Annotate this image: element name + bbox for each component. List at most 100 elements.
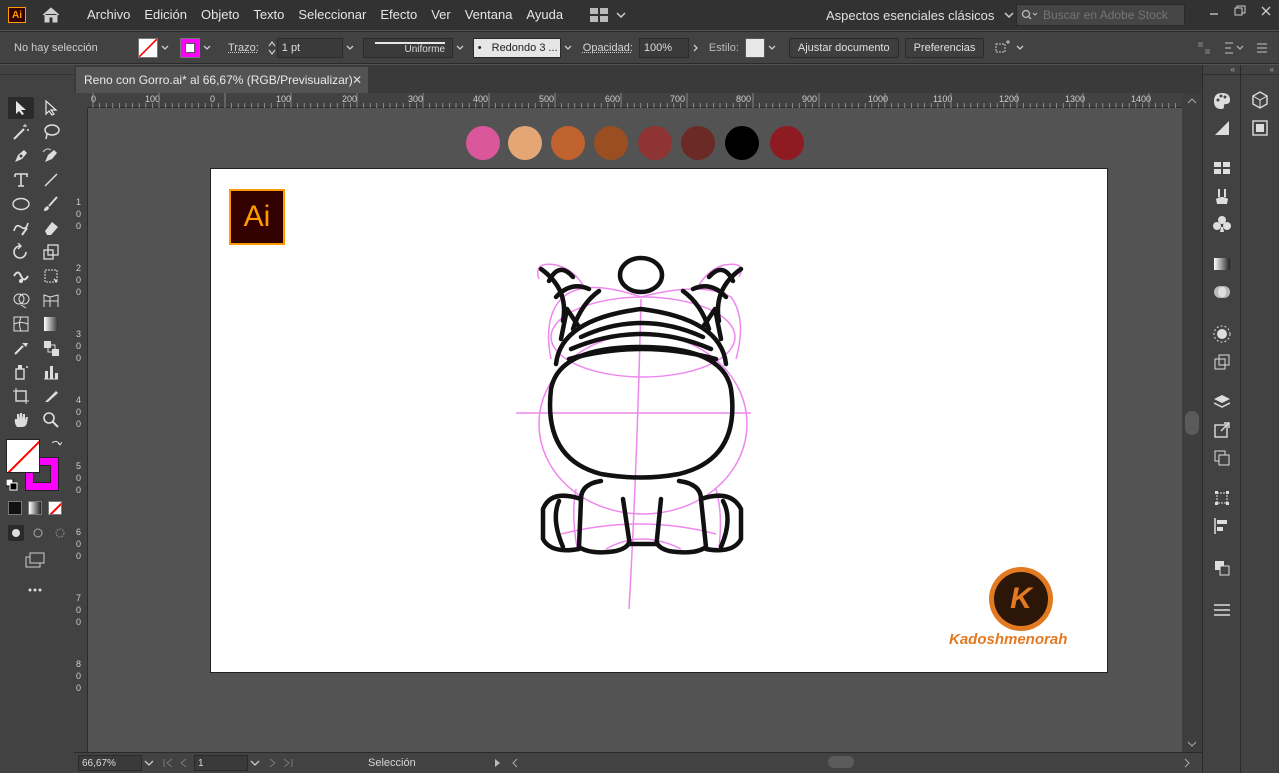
- menu-ayuda[interactable]: Ayuda: [519, 0, 570, 30]
- arrange-button[interactable]: [994, 39, 1024, 56]
- palette-swatch[interactable]: [508, 126, 542, 160]
- menu-seleccionar[interactable]: Seleccionar: [291, 0, 373, 30]
- zoom-tool[interactable]: [38, 409, 64, 431]
- menu-ventana[interactable]: Ventana: [458, 0, 520, 30]
- gradient-panel-button[interactable]: [1211, 253, 1233, 275]
- horizontal-scroll-thumb[interactable]: [828, 756, 854, 768]
- profile-dropdown[interactable]: [453, 38, 467, 58]
- scroll-left-icon[interactable]: [510, 757, 520, 769]
- vertical-scroll-thumb[interactable]: [1185, 411, 1199, 435]
- selection-tool[interactable]: [8, 97, 34, 119]
- menu-texto[interactable]: Texto: [246, 0, 291, 30]
- minimize-button[interactable]: [1201, 0, 1227, 22]
- character-panel-button[interactable]: [1249, 117, 1271, 139]
- palette-swatch[interactable]: [725, 126, 759, 160]
- fill-color-box[interactable]: [6, 439, 40, 473]
- panel-toggle-icon[interactable]: [1223, 41, 1245, 55]
- shape-builder-tool[interactable]: [8, 289, 34, 311]
- graphic-style-swatch[interactable]: [744, 37, 765, 58]
- gradient-mode-button[interactable]: [28, 501, 42, 515]
- status-menu-arrow-icon[interactable]: [494, 758, 502, 768]
- screen-mode-button[interactable]: [22, 549, 48, 571]
- close-window-button[interactable]: [1253, 0, 1279, 22]
- transparency-panel-button[interactable]: [1211, 281, 1233, 303]
- stroke-weight-dropdown[interactable]: [343, 38, 357, 58]
- column-graph-tool[interactable]: [38, 361, 64, 383]
- appearance-panel-button[interactable]: [1211, 323, 1233, 345]
- artboard-tool[interactable]: [8, 385, 34, 407]
- stock-search-input[interactable]: [1043, 8, 1183, 22]
- gradient-tool[interactable]: [38, 313, 64, 335]
- restore-button[interactable]: [1227, 0, 1253, 22]
- menu-edicion[interactable]: Edición: [137, 0, 194, 30]
- palette-swatch[interactable]: [551, 126, 585, 160]
- scroll-down-icon[interactable]: [1182, 738, 1202, 750]
- workspace-switcher[interactable]: Aspectos esenciales clásicos: [826, 0, 1014, 30]
- color-panel-button[interactable]: [1211, 89, 1233, 111]
- menu-archivo[interactable]: Archivo: [80, 0, 137, 30]
- ruler-origin[interactable]: [74, 93, 88, 108]
- line-tool[interactable]: [38, 169, 64, 191]
- rotate-tool[interactable]: [8, 241, 34, 263]
- swap-arrow-icon[interactable]: [50, 439, 62, 451]
- stroke-weight-stepper[interactable]: 1 pt: [267, 37, 357, 58]
- menu-objeto[interactable]: Objeto: [194, 0, 246, 30]
- curvature-tool[interactable]: [38, 145, 64, 167]
- paintbrush-tool[interactable]: [38, 193, 64, 215]
- dock-grip[interactable]: «: [1203, 65, 1240, 75]
- direct-selection-tool[interactable]: [38, 97, 64, 119]
- chevron-down-icon[interactable]: [144, 760, 154, 766]
- draw-inside-button[interactable]: [52, 525, 68, 541]
- opacity-label[interactable]: Opacidad:: [583, 42, 633, 54]
- artboard[interactable]: Ai K Kadoshmenorah: [210, 168, 1108, 673]
- layers-panel-button[interactable]: [1211, 391, 1233, 413]
- canvas[interactable]: Ai K Kadoshmenorah: [88, 108, 1182, 752]
- palette-swatch[interactable]: [466, 126, 500, 160]
- control-menu-icon[interactable]: [1255, 41, 1269, 55]
- adjust-document-button[interactable]: Ajustar documento: [788, 37, 899, 58]
- symbols-panel-button[interactable]: [1211, 213, 1233, 235]
- scale-tool[interactable]: [38, 241, 64, 263]
- default-colors-icon[interactable]: [6, 479, 18, 491]
- scroll-right-icon[interactable]: [1182, 757, 1192, 769]
- shaper-tool[interactable]: [8, 217, 34, 239]
- home-icon[interactable]: [40, 4, 62, 26]
- menu-ver[interactable]: Ver: [424, 0, 458, 30]
- eraser-tool[interactable]: [38, 217, 64, 239]
- palette-swatch[interactable]: [681, 126, 715, 160]
- stroke-label[interactable]: Trazo:: [228, 42, 259, 54]
- style-dropdown[interactable]: [765, 38, 779, 58]
- type-tool[interactable]: [8, 169, 34, 191]
- export-panel-button[interactable]: [1211, 419, 1233, 441]
- opacity-arrow[interactable]: [689, 38, 703, 58]
- asset-export-panel-button[interactable]: [1211, 351, 1233, 373]
- palette-swatch[interactable]: [594, 126, 628, 160]
- fill-swatch[interactable]: [138, 37, 158, 58]
- arrange-documents-button[interactable]: [590, 8, 626, 22]
- chevron-down-icon[interactable]: [250, 760, 260, 766]
- artboard-number-field[interactable]: 1: [194, 755, 248, 771]
- opacity-field[interactable]: 100%: [638, 37, 689, 58]
- palette-swatch[interactable]: [638, 126, 672, 160]
- brush-dropdown[interactable]: [561, 38, 575, 58]
- swatches-panel-button[interactable]: [1211, 157, 1233, 179]
- properties-panel-button[interactable]: [1211, 599, 1233, 621]
- perspective-grid-tool[interactable]: [38, 289, 64, 311]
- libraries-panel-button[interactable]: [1249, 89, 1271, 111]
- prev-artboard-icon[interactable]: [178, 758, 188, 768]
- pen-tool[interactable]: [8, 145, 34, 167]
- palette-swatch[interactable]: [770, 126, 804, 160]
- blend-tool[interactable]: [38, 337, 64, 359]
- artboards-panel-button[interactable]: [1211, 447, 1233, 469]
- last-artboard-icon[interactable]: [282, 758, 294, 768]
- transform-panel-button[interactable]: [1211, 487, 1233, 509]
- horizontal-scrollbar[interactable]: [506, 753, 1196, 773]
- stroke-swatch[interactable]: [180, 37, 200, 58]
- first-artboard-icon[interactable]: [162, 758, 174, 768]
- stroke-dropdown[interactable]: [200, 38, 214, 58]
- menu-efecto[interactable]: Efecto: [373, 0, 424, 30]
- preferences-button[interactable]: Preferencias: [904, 37, 985, 58]
- horizontal-ruler[interactable]: 0 100 0 100 200 300 400 500 600 700 800 …: [88, 93, 1182, 108]
- draw-behind-button[interactable]: [30, 525, 46, 541]
- stroke-weight-field[interactable]: 1 pt: [276, 37, 343, 58]
